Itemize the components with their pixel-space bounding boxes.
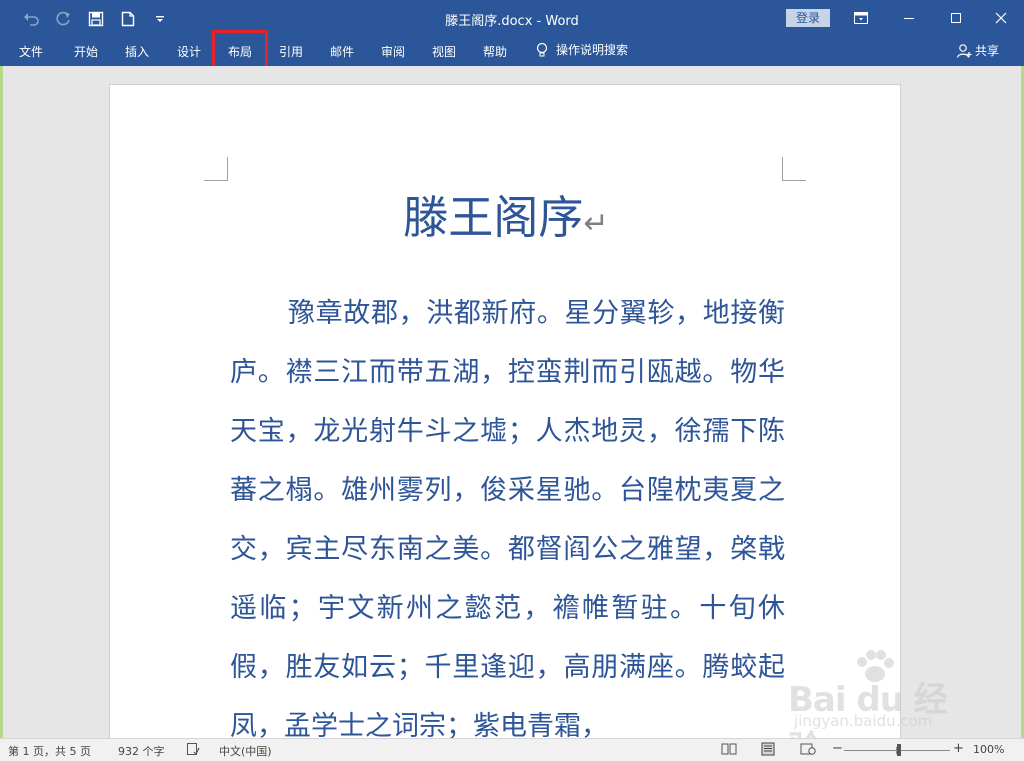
minimize-icon[interactable] <box>886 0 932 36</box>
close-icon[interactable] <box>978 0 1024 36</box>
title-bar: 滕王阁序.docx - Word 登录 <box>0 0 1024 36</box>
page-count[interactable]: 第 1 页，共 5 页 <box>8 743 91 759</box>
share-button[interactable]: 共享 <box>956 42 999 59</box>
zoom-in-button[interactable]: + <box>953 741 964 756</box>
tab-mailings[interactable]: 邮件 <box>330 43 354 60</box>
login-button[interactable]: 登录 <box>786 9 830 27</box>
status-bar: 第 1 页，共 5 页 932 个字 中文(中国) − + 100% <box>0 738 1024 761</box>
quick-access-toolbar <box>22 9 170 29</box>
tell-me-label: 操作说明搜索 <box>556 43 629 57</box>
ribbon-display-options-icon[interactable] <box>838 0 884 36</box>
save-icon[interactable] <box>86 9 106 29</box>
web-layout-icon[interactable] <box>800 742 816 758</box>
word-count[interactable]: 932 个字 <box>118 743 165 759</box>
person-icon <box>956 43 972 58</box>
print-layout-icon[interactable] <box>760 742 776 758</box>
tab-references[interactable]: 引用 <box>279 43 303 60</box>
tab-help[interactable]: 帮助 <box>483 43 507 60</box>
document-canvas[interactable]: 滕王阁序↵ 豫章故郡，洪都新府。星分翼轸，地接衡庐。襟三江而带五湖，控蛮荆而引瓯… <box>0 66 1024 744</box>
zoom-level[interactable]: 100% <box>973 743 1004 756</box>
document-page[interactable]: 滕王阁序↵ 豫章故郡，洪都新府。星分翼轸，地接衡庐。襟三江而带五湖，控蛮荆而引瓯… <box>109 84 901 744</box>
read-mode-icon[interactable] <box>721 742 737 758</box>
undo-icon[interactable] <box>22 9 42 29</box>
tab-home[interactable]: 开始 <box>74 43 98 60</box>
tab-file[interactable]: 文件 <box>19 43 43 60</box>
lightbulb-icon <box>536 42 548 56</box>
customize-qat-icon[interactable] <box>150 9 170 29</box>
new-document-icon[interactable] <box>118 9 138 29</box>
tab-view[interactable]: 视图 <box>432 43 456 60</box>
zoom-out-button[interactable]: − <box>832 741 843 756</box>
crop-mark <box>782 157 806 181</box>
tab-review[interactable]: 审阅 <box>381 43 405 60</box>
zoom-slider-thumb[interactable] <box>897 744 901 756</box>
crop-mark <box>204 157 228 181</box>
proofing-icon[interactable] <box>186 742 202 758</box>
language-indicator[interactable]: 中文(中国) <box>219 743 272 759</box>
paragraph-mark-icon: ↵ <box>583 206 609 241</box>
share-label: 共享 <box>975 44 1000 58</box>
tell-me-search[interactable]: 操作说明搜索 <box>536 41 628 58</box>
redo-icon[interactable] <box>54 9 74 29</box>
maximize-icon[interactable] <box>933 0 979 36</box>
tab-design[interactable]: 设计 <box>177 43 201 60</box>
ribbon-tab-row: 文件 开始 插入 设计 布局 引用 邮件 审阅 视图 帮助 操作说明搜索 共享 <box>0 36 1024 66</box>
tab-insert[interactable]: 插入 <box>125 43 149 60</box>
document-body-text: 豫章故郡，洪都新府。星分翼轸，地接衡庐。襟三江而带五湖，控蛮荆而引瓯越。物华天宝… <box>230 298 785 742</box>
document-heading: 滕王阁序↵ <box>403 191 609 244</box>
tab-layout[interactable]: 布局 <box>228 43 252 60</box>
